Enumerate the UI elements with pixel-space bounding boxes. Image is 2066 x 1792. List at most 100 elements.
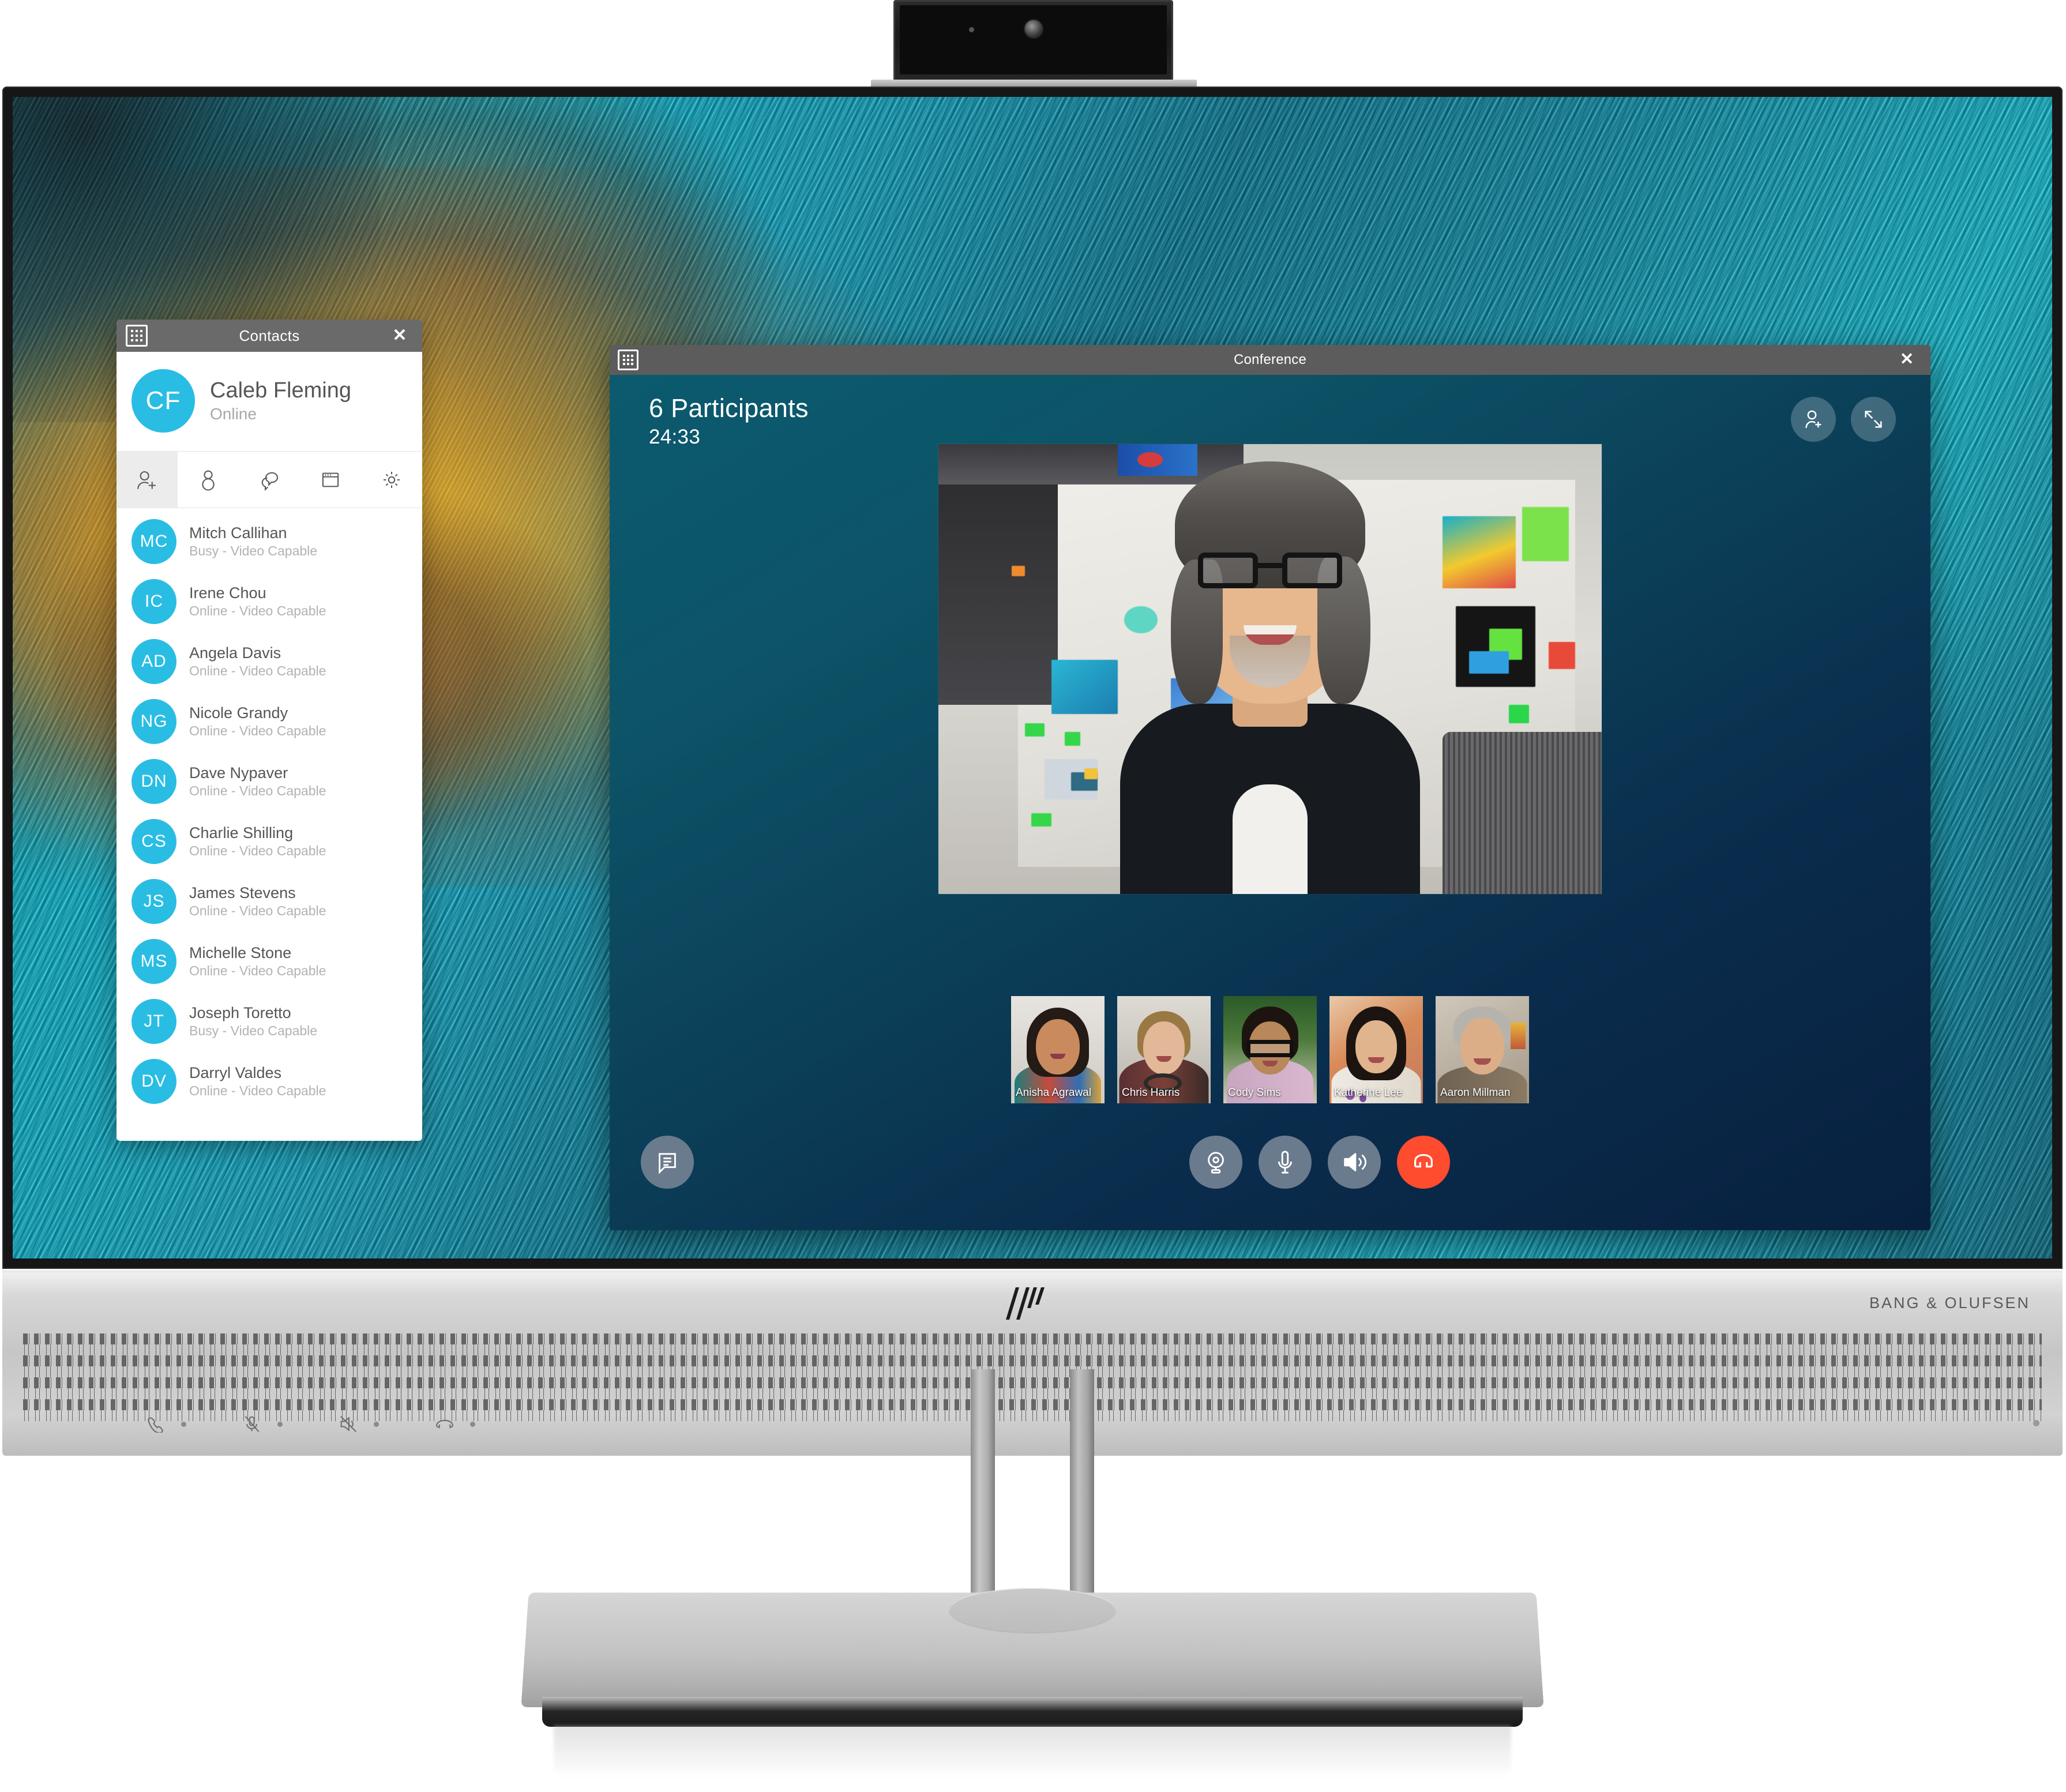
list-item[interactable]: JS James Stevens Online - Video Capable (117, 871, 422, 931)
contacts-window[interactable]: Contacts ✕ CF Caleb Fleming Online MC Mi… (117, 320, 422, 1141)
list-item[interactable]: AD Angela Davis Online - Video Capable (117, 632, 422, 692)
chat-icon (659, 1153, 676, 1174)
participant-thumbnail[interactable]: Cody Sims (1223, 996, 1317, 1103)
contacts-list[interactable]: MC Mitch Callihan Busy - Video Capable I… (117, 508, 422, 1117)
contact-status: Busy - Video Capable (189, 1023, 318, 1038)
call-timer: 24:33 (649, 425, 701, 448)
stand-reflection (554, 1726, 1511, 1778)
close-icon[interactable]: ✕ (1898, 351, 1915, 369)
avatar: DV (132, 1059, 176, 1104)
mic-muted-icon (245, 1416, 260, 1432)
conference-window-title: Conference (1233, 352, 1307, 367)
app-grid-icon (126, 325, 148, 347)
bezel-mute-speaker[interactable] (338, 1415, 379, 1433)
avatar: AD (132, 639, 176, 684)
avatar: CF (132, 369, 195, 433)
phone-hangup-icon (435, 1419, 454, 1429)
contact-status: Online - Video Capable (189, 723, 326, 738)
tab-presence[interactable] (178, 452, 239, 508)
avatar: DN (132, 759, 176, 804)
list-item[interactable]: JT Joseph Toretto Busy - Video Capable (117, 991, 422, 1051)
thumbnail-name: Katherine Lee (1334, 1087, 1403, 1099)
contact-status: Online - Video Capable (189, 903, 326, 918)
bezel-touch-controls[interactable] (145, 1415, 475, 1433)
microphone-icon (1278, 1151, 1292, 1174)
tab-chat[interactable] (239, 452, 300, 508)
list-item[interactable]: DV Darryl Valdes Online - Video Capable (117, 1051, 422, 1111)
app-grid-icon (618, 350, 638, 370)
bezel-mute-microphone[interactable] (242, 1415, 283, 1433)
gear-icon (384, 471, 400, 488)
avatar: MS (132, 939, 176, 984)
screen-bezel: Contacts ✕ CF Caleb Fleming Online MC Mi… (2, 87, 2063, 1269)
participant-thumbnails[interactable]: Anisha Agrawal Chris Harris Cody Sims Ka… (1011, 996, 1529, 1103)
contacts-tab-bar[interactable] (117, 452, 422, 508)
list-item[interactable]: NG Nicole Grandy Online - Video Capable (117, 692, 422, 752)
screenshot-root: Contacts ✕ CF Caleb Fleming Online MC Mi… (0, 0, 2066, 1792)
end-call-button[interactable] (1397, 1136, 1450, 1189)
bezel-answer-call[interactable] (145, 1415, 186, 1433)
contact-status: Online - Video Capable (189, 783, 326, 798)
contact-status: Online - Video Capable (189, 663, 326, 678)
person-add-icon (1805, 410, 1821, 429)
contact-name: Joseph Toretto (189, 1004, 291, 1022)
phone-hangup-icon (1414, 1154, 1433, 1168)
add-participant-button[interactable] (1791, 397, 1836, 442)
contact-status: Online - Video Capable (189, 963, 326, 978)
chat-bubbles-icon (261, 472, 279, 491)
close-icon[interactable]: ✕ (391, 327, 408, 345)
list-item[interactable]: MS Michelle Stone Online - Video Capable (117, 931, 422, 991)
tab-window[interactable] (300, 452, 361, 508)
thumbnail-name: Chris Harris (1122, 1087, 1180, 1099)
monitor-stand-base (521, 1588, 1544, 1708)
person-add-icon (137, 471, 156, 489)
power-led (2033, 1420, 2039, 1426)
contact-status: Online - Video Capable (189, 843, 326, 858)
user-profile[interactable]: CF Caleb Fleming Online (117, 352, 422, 452)
participant-thumbnail[interactable]: Anisha Agrawal (1011, 996, 1105, 1103)
conference-header-actions[interactable] (1791, 397, 1896, 442)
thumbnail-name: Cody Sims (1228, 1087, 1281, 1099)
status-led (277, 1421, 283, 1427)
webcam-led-indicator (969, 27, 974, 32)
stand-pivot-plate (949, 1588, 1116, 1633)
microphone-button[interactable] (1259, 1136, 1312, 1189)
tab-settings[interactable] (361, 452, 422, 508)
monitor-body: Contacts ✕ CF Caleb Fleming Online MC Mi… (0, 87, 2066, 1456)
list-item[interactable]: MC Mitch Callihan Busy - Video Capable (117, 512, 422, 572)
list-item[interactable]: CS Charlie Shilling Online - Video Capab… (117, 812, 422, 871)
bezel-end-call[interactable] (434, 1415, 475, 1433)
avatar: JS (132, 879, 176, 924)
audio-brand-label: BANG & OLUFSEN (1869, 1294, 2030, 1312)
webcam-icon (1208, 1152, 1224, 1174)
pop-up-webcam[interactable] (893, 0, 1173, 82)
active-speaker-video[interactable] (938, 444, 1602, 894)
webcam-lens-icon (1024, 20, 1042, 37)
list-item[interactable]: DN Dave Nypaver Online - Video Capable (117, 752, 422, 812)
conference-window[interactable]: Conference ✕ 6 Participants 24:33 Anisha… (610, 345, 1930, 1230)
participant-thumbnail[interactable]: Aaron Millman (1436, 996, 1529, 1103)
profile-name: Caleb Fleming (210, 378, 351, 403)
avatar: CS (132, 819, 176, 864)
conference-controls[interactable] (610, 1136, 1930, 1189)
participants-count: 6 Participants (649, 393, 809, 423)
contacts-title-bar[interactable]: Contacts ✕ (117, 320, 422, 352)
status-led (470, 1421, 475, 1427)
avatar: JT (132, 999, 176, 1044)
participant-thumbnail[interactable]: Katherine Lee (1329, 996, 1423, 1103)
chat-button[interactable] (641, 1136, 694, 1189)
profile-status: Online (210, 404, 257, 423)
conference-title-bar[interactable]: Conference ✕ (610, 345, 1930, 375)
participant-thumbnail[interactable]: Chris Harris (1117, 996, 1211, 1103)
list-item[interactable]: IC Irene Chou Online - Video Capable (117, 572, 422, 632)
speaker-button[interactable] (1328, 1136, 1381, 1189)
contact-name: Michelle Stone (189, 944, 292, 962)
tab-add-contact[interactable] (117, 452, 178, 508)
resize-window-button[interactable] (1851, 397, 1896, 442)
avatar: MC (132, 519, 176, 564)
camera-button[interactable] (1189, 1136, 1242, 1189)
conference-header: 6 Participants 24:33 (649, 393, 809, 449)
contact-status: Online - Video Capable (189, 603, 326, 618)
stand-base-front-edge (542, 1697, 1523, 1727)
contact-name: Darryl Valdes (189, 1064, 282, 1082)
